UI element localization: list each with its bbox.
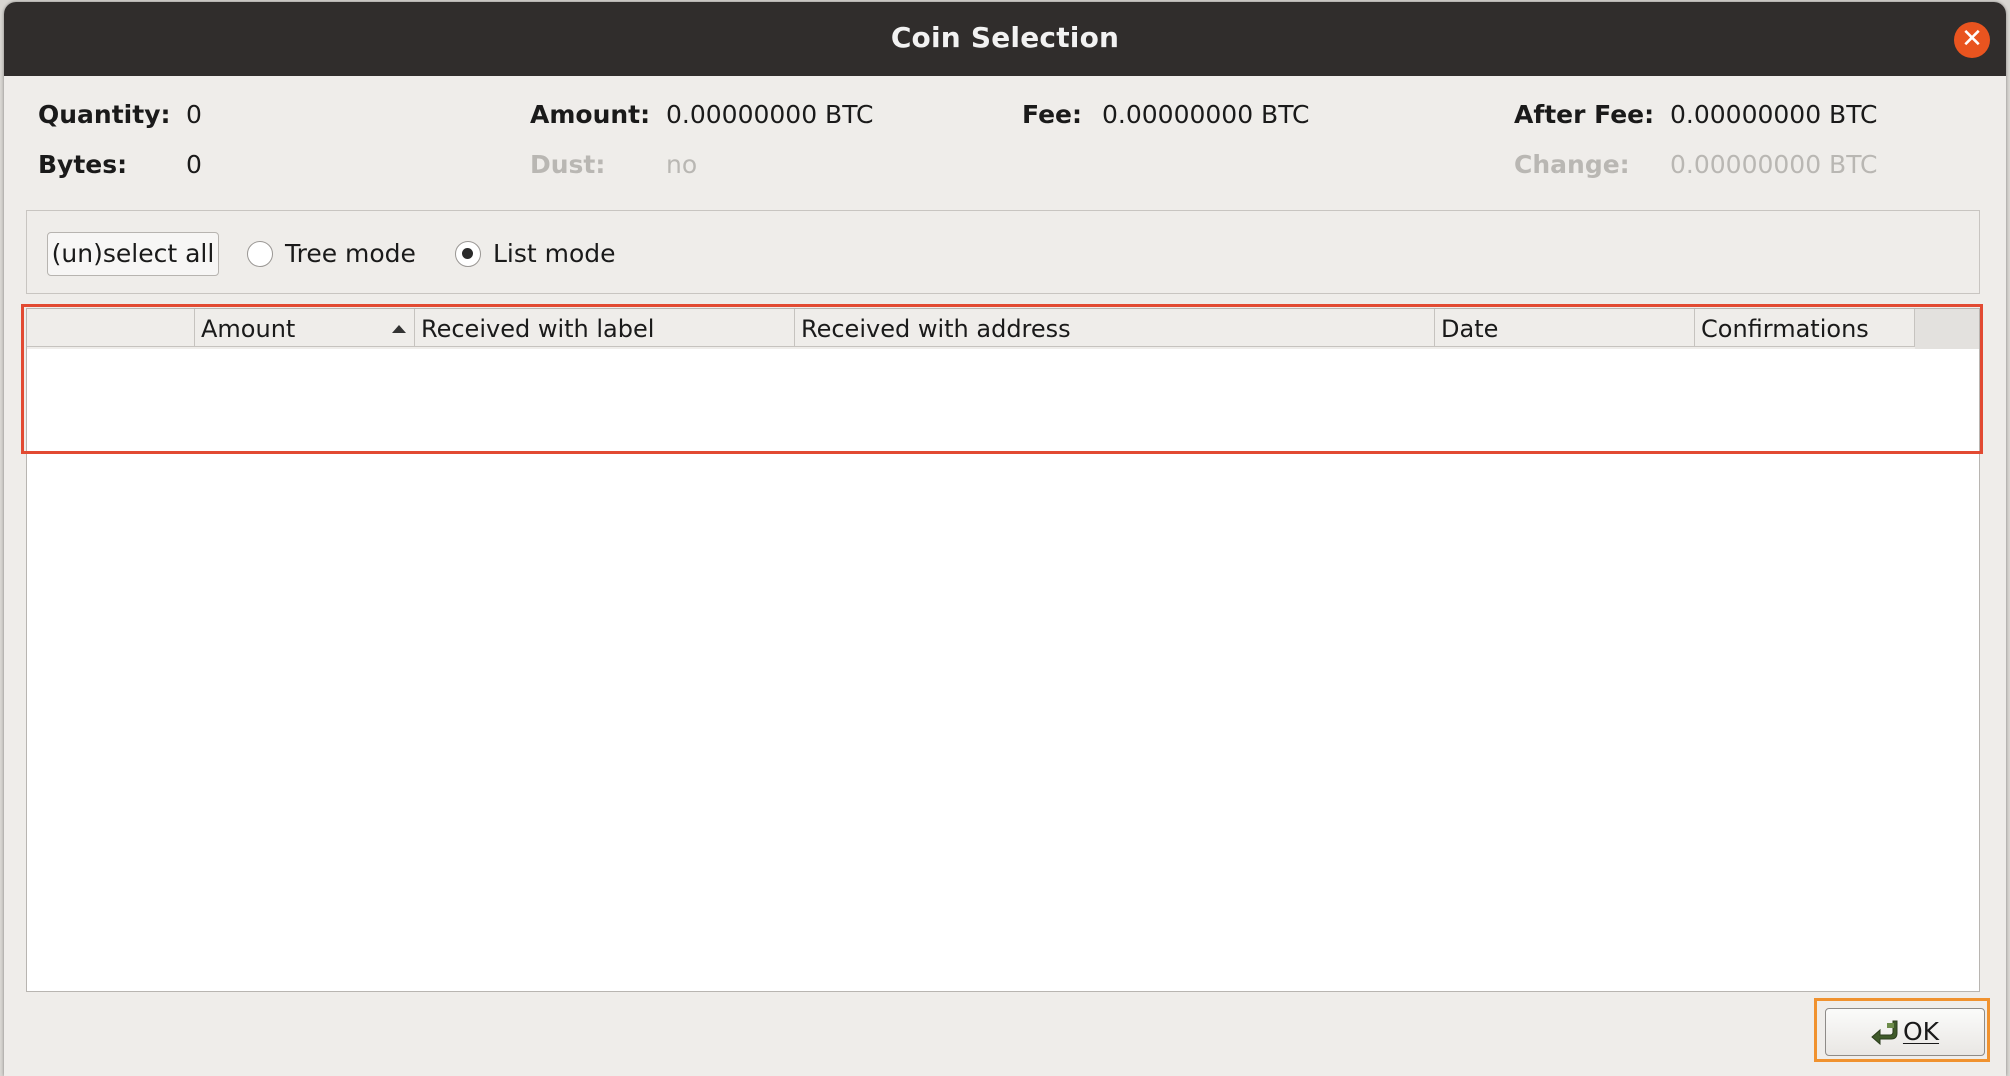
unselect-all-button[interactable]: (un)select all [47, 232, 219, 276]
sort-ascending-icon [392, 325, 406, 333]
enter-arrow-icon [1871, 1020, 1898, 1045]
table-header: Amount Received with label Received with… [27, 309, 1979, 349]
tree-mode-radio[interactable] [247, 241, 273, 267]
fee-value: 0.00000000 BTC [1102, 100, 1310, 129]
list-mode-radio[interactable] [455, 241, 481, 267]
change-label: Change: [1514, 150, 1630, 179]
list-mode-label[interactable]: List mode [493, 239, 616, 268]
radio-selected-dot [462, 248, 473, 259]
bytes-value: 0 [186, 150, 202, 179]
amount-value: 0.00000000 BTC [666, 100, 874, 129]
column-header-checkbox[interactable] [27, 309, 195, 347]
column-header-amount-label: Amount [201, 315, 296, 343]
quantity-value: 0 [186, 100, 202, 129]
column-header-address[interactable]: Received with address [795, 309, 1435, 347]
quantity-label: Quantity: [38, 100, 171, 129]
close-icon: ✕ [1961, 24, 1983, 54]
ok-label: OK [1902, 1017, 1940, 1046]
amount-label: Amount: [530, 100, 651, 129]
dust-value: no [666, 150, 698, 179]
coin-selection-dialog: Coin Selection ✕ Quantity: 0 Amount: 0.0… [4, 2, 2006, 1076]
after-fee-value: 0.00000000 BTC [1670, 100, 1878, 129]
column-header-confirmations[interactable]: Confirmations [1695, 309, 1915, 347]
header-filler [1915, 309, 1979, 349]
column-header-amount[interactable]: Amount [195, 309, 415, 347]
window-title: Coin Selection [890, 21, 1120, 54]
fee-label: Fee: [1022, 100, 1082, 129]
ok-button[interactable]: OK [1825, 1008, 1985, 1056]
after-fee-label: After Fee: [1514, 100, 1655, 129]
tree-mode-label[interactable]: Tree mode [285, 239, 416, 268]
change-value: 0.00000000 BTC [1670, 150, 1878, 179]
coin-list-table[interactable]: Amount Received with label Received with… [26, 308, 1980, 992]
close-button[interactable]: ✕ [1954, 22, 1990, 58]
title-bar: Coin Selection ✕ [4, 2, 2006, 76]
dust-label: Dust: [530, 150, 606, 179]
selection-toolbar: (un)select all Tree mode List mode [26, 210, 1980, 294]
column-header-label[interactable]: Received with label [415, 309, 795, 347]
bytes-label: Bytes: [38, 150, 128, 179]
column-header-date[interactable]: Date [1435, 309, 1695, 347]
